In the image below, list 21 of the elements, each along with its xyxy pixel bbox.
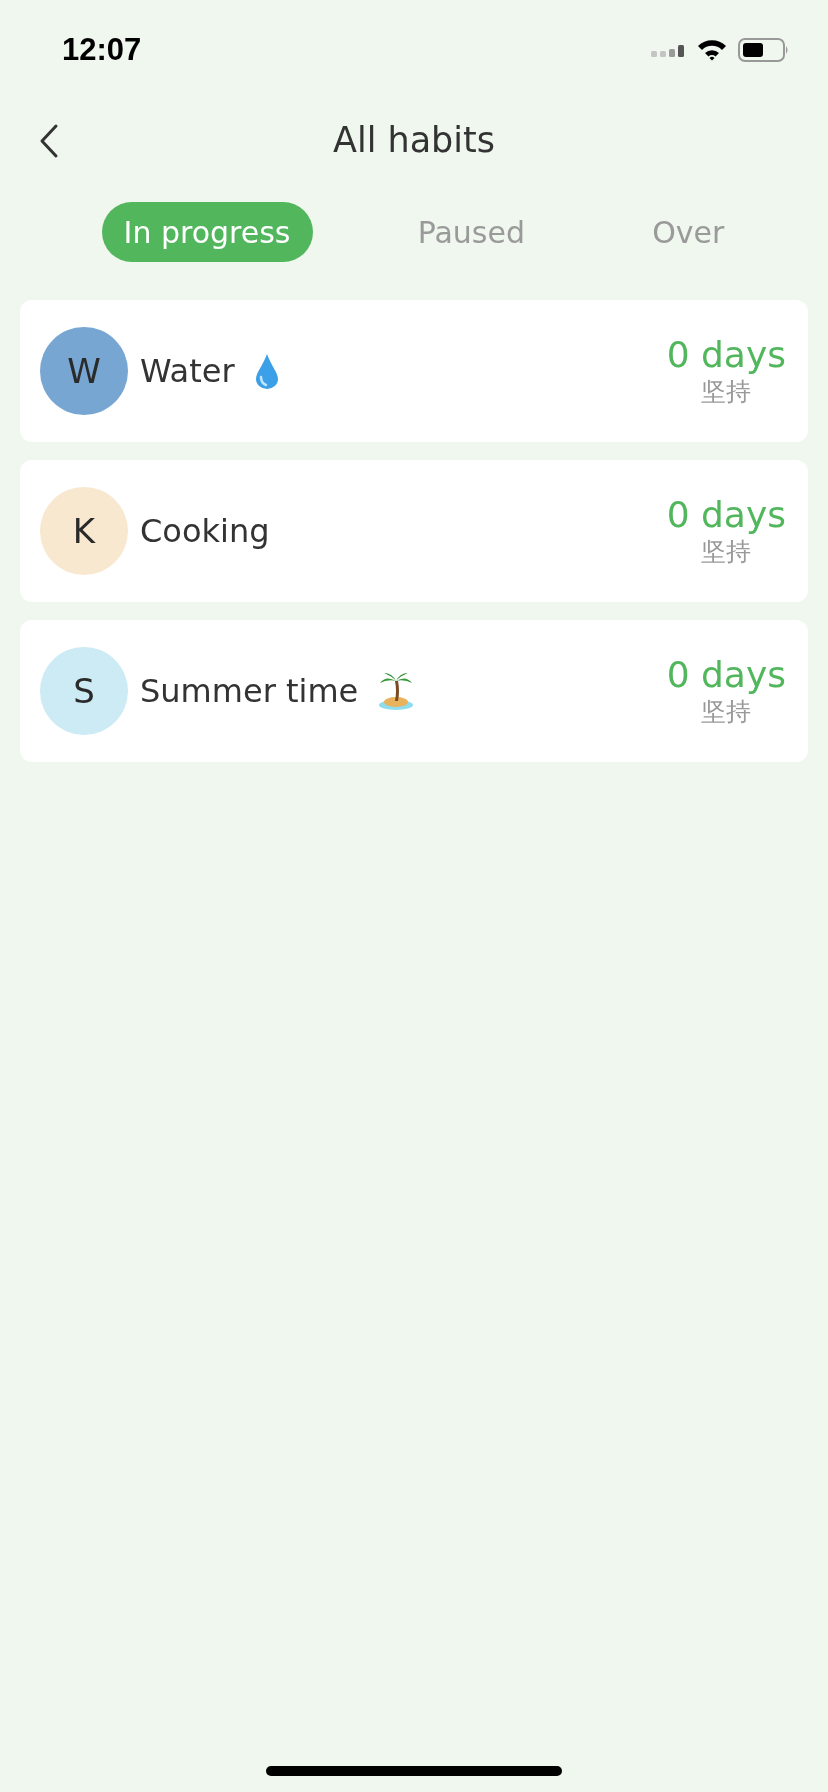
- wifi-icon: [696, 38, 728, 62]
- status-time: 12:07: [62, 32, 142, 68]
- avatar: S: [40, 647, 128, 735]
- days-caption: 坚持: [701, 536, 752, 568]
- days-caption: 坚持: [701, 376, 752, 408]
- habit-name: Summer time: [140, 672, 359, 710]
- habit-card[interactable]: K Cooking 0 days 坚持: [20, 460, 808, 602]
- habit-card[interactable]: W Water 0 days 坚持: [20, 300, 808, 442]
- days-count: 0 days: [666, 334, 786, 375]
- habit-name: Water: [140, 352, 235, 390]
- avatar: K: [40, 487, 128, 575]
- battery-icon: [738, 37, 790, 63]
- habit-card[interactable]: S Summer time 0 days 坚持: [20, 620, 808, 762]
- days-count: 0 days: [666, 494, 786, 535]
- habit-name: Cooking: [140, 512, 270, 550]
- days-caption: 坚持: [701, 696, 752, 728]
- page-title: All habits: [332, 120, 495, 160]
- avatar: W: [40, 327, 128, 415]
- days-count: 0 days: [666, 654, 786, 695]
- water-drop-icon: [254, 353, 279, 389]
- palm-island-icon: [378, 671, 415, 711]
